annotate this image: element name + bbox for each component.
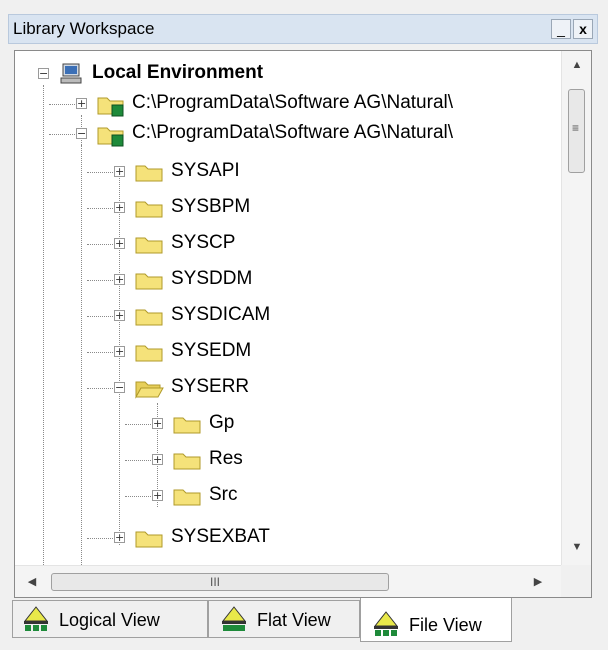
expand-icon[interactable]: + (114, 166, 125, 177)
tree-node-label: C:\ProgramData\Software AG\Natural\ (132, 122, 454, 143)
tree-line (87, 244, 115, 245)
tree-line (87, 208, 115, 209)
expand-icon[interactable]: + (114, 532, 125, 543)
expand-icon[interactable]: + (114, 202, 125, 213)
expand-icon[interactable]: + (76, 98, 87, 109)
tree-line (49, 104, 77, 105)
flat-view-icon (221, 606, 247, 631)
tree-node-label: SYSCP (171, 232, 236, 253)
library-folder-icon (95, 122, 127, 153)
tree-node-label: SYSDDM (171, 268, 253, 289)
tree-node-label: Local Environment (92, 62, 264, 83)
tree-line (87, 316, 115, 317)
expand-icon[interactable]: + (152, 454, 163, 465)
folder-icon (133, 160, 165, 189)
expand-icon[interactable]: + (152, 490, 163, 501)
tree-node-syscp[interactable]: + SYSCP (15, 229, 561, 259)
tree-line (125, 496, 153, 497)
logical-view-icon (23, 606, 49, 631)
computer-icon (59, 62, 85, 91)
scroll-right-icon[interactable]: ▶ (531, 575, 545, 588)
folder-icon (133, 304, 165, 333)
tree-node-sysexbat[interactable]: + SYSEXBAT (15, 523, 561, 553)
tree-node-path[interactable]: + C:\ProgramData\Software AG\Natural\ (15, 89, 561, 119)
close-button[interactable]: x (573, 19, 593, 39)
tree-node-label: SYSEDM (171, 340, 252, 361)
horizontal-scroll-thumb[interactable]: III (51, 573, 389, 591)
folder-icon (133, 340, 165, 369)
tree-node-gp[interactable]: + Gp (15, 409, 561, 439)
tree-node-label: SYSEXBAT (171, 526, 270, 547)
expand-icon[interactable]: + (114, 274, 125, 285)
folder-icon (133, 268, 165, 297)
tree-node-sysedm[interactable]: + SYSEDM (15, 337, 561, 367)
tab-label: File View (409, 615, 482, 635)
file-view-icon (373, 611, 399, 636)
tab-label: Logical View (59, 610, 160, 630)
scroll-up-icon[interactable]: ▲ (562, 59, 591, 71)
tab-flat-view[interactable]: Flat View (208, 600, 360, 638)
tree-node-sysapi[interactable]: + SYSAPI (15, 157, 561, 187)
tree-node-res[interactable]: + Res (15, 445, 561, 475)
horizontal-scrollbar[interactable]: ◀ III ▶ (15, 565, 561, 597)
folder-icon (133, 196, 165, 225)
vertical-scrollbar[interactable]: ▲ ≡ ▼ (561, 51, 591, 565)
minimize-button[interactable]: _ (551, 19, 571, 39)
tree-node-sysbpm[interactable]: + SYSBPM (15, 193, 561, 223)
collapse-icon[interactable]: − (114, 382, 125, 393)
window-title: Library Workspace (13, 19, 155, 38)
folder-icon (171, 484, 203, 513)
tree-node-syserr[interactable]: − SYSERR (15, 373, 561, 403)
tree-node-sysdicam[interactable]: + SYSDICAM (15, 301, 561, 331)
tree-node-sysddm[interactable]: + SYSDDM (15, 265, 561, 295)
grip-icon: III (210, 575, 221, 589)
view-tabs: Logical View Flat View File View (8, 598, 598, 648)
tree-node-label: C:\ProgramData\Software AG\Natural\ (132, 92, 454, 113)
vertical-scroll-thumb[interactable]: ≡ (568, 89, 585, 173)
tree-line (87, 280, 115, 281)
tree-node-label: SYSAPI (171, 160, 240, 181)
expand-icon[interactable]: + (114, 310, 125, 321)
title-bar: Library Workspace _ x (8, 14, 598, 44)
expand-icon[interactable]: + (114, 238, 125, 249)
open-folder-icon (133, 376, 165, 405)
tree-node-label: SYSBPM (171, 196, 251, 217)
tree-node-label: Src (209, 484, 238, 505)
scroll-down-icon[interactable]: ▼ (562, 541, 591, 553)
scrollbar-corner (561, 565, 591, 597)
tree-line (125, 460, 153, 461)
folder-icon (133, 232, 165, 261)
expand-icon[interactable]: + (114, 346, 125, 357)
collapse-icon[interactable]: − (38, 68, 49, 79)
tree-node-src[interactable]: + Src (15, 481, 561, 511)
library-tree: − Local Environment + C:\ProgramData\Sof… (15, 51, 561, 565)
tree-node-path[interactable]: − C:\ProgramData\Software AG\Natural\ (15, 119, 561, 149)
tree-panel: − Local Environment + C:\ProgramData\Sof… (14, 50, 592, 598)
tree-line (87, 172, 115, 173)
scroll-left-icon[interactable]: ◀ (25, 575, 39, 588)
tree-node-label: SYSERR (171, 376, 250, 397)
tree-node-label: Gp (209, 412, 235, 433)
folder-icon (133, 526, 165, 555)
tab-label: Flat View (257, 610, 331, 630)
folder-icon (171, 448, 203, 477)
tree-line (87, 388, 115, 389)
folder-icon (171, 412, 203, 441)
tab-file-view[interactable]: File View (360, 598, 512, 642)
expand-icon[interactable]: + (152, 418, 163, 429)
tree-line (87, 538, 115, 539)
collapse-icon[interactable]: − (76, 128, 87, 139)
library-workspace-window: Library Workspace _ x − Local Environmen… (0, 0, 608, 650)
tree-line (49, 134, 77, 135)
tree-node-label: Res (209, 448, 243, 469)
tree-line (125, 424, 153, 425)
tree-node-local-environment[interactable]: − Local Environment (15, 59, 561, 89)
tab-logical-view[interactable]: Logical View (12, 600, 208, 638)
tree-line (87, 352, 115, 353)
grip-icon: ≡ (572, 121, 580, 135)
tree-node-label: SYSDICAM (171, 304, 271, 325)
